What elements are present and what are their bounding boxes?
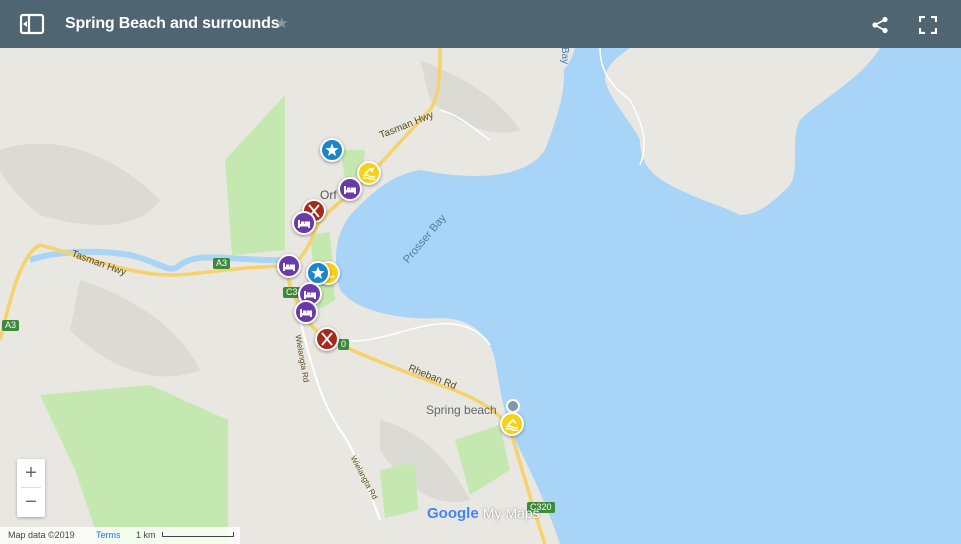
map-canvas[interactable]: Orf Prosser Bay Spring beach Bay Tasman … (0, 46, 961, 544)
marker-accommodation[interactable] (277, 254, 301, 278)
bed-icon (304, 291, 316, 299)
google-logo-text: Google (427, 505, 479, 522)
marker-restaurant[interactable] (315, 327, 339, 351)
bed-icon (298, 220, 310, 228)
map-title: Spring Beach and surrounds (65, 15, 280, 32)
google-my-maps-logo: Google My Maps (427, 505, 540, 522)
cutlery-icon (321, 332, 333, 346)
road-shield-c3: 0 (338, 339, 350, 350)
marker-accommodation[interactable] (338, 177, 362, 201)
marker-swimming[interactable] (500, 412, 524, 436)
side-panel-icon[interactable] (19, 13, 45, 35)
map-data-attribution: Map data ©2019 (8, 530, 75, 540)
share-icon[interactable] (871, 16, 889, 34)
mymaps-logo-text: My Maps (482, 505, 540, 521)
map-base (0, 48, 961, 544)
terms-link[interactable]: Terms (96, 530, 121, 540)
scale-bar (162, 532, 234, 537)
label-bay-top: Bay (559, 46, 571, 65)
zoom-out-button[interactable]: − (17, 488, 45, 516)
title-bar: Spring Beach and surrounds ★ (0, 0, 961, 48)
bed-icon (283, 263, 295, 271)
bed-icon (344, 186, 356, 194)
map-footer: Map data ©2019 Terms 1 km (0, 527, 240, 544)
scale-label: 1 km (136, 530, 156, 540)
marker-attraction[interactable] (320, 138, 344, 162)
marker-swimming[interactable] (357, 161, 381, 185)
bed-icon (300, 309, 312, 317)
star-icon[interactable]: ★ (275, 14, 288, 32)
star-icon (311, 266, 325, 279)
zoom-control: + − (17, 459, 45, 517)
label-spring-beach: Spring beach (426, 403, 497, 417)
marker-accommodation[interactable] (292, 211, 316, 235)
fullscreen-icon[interactable] (919, 16, 937, 34)
road-shield-a3: A3 (213, 258, 231, 269)
swim-icon (362, 167, 376, 180)
label-orford: Orf (320, 188, 337, 202)
star-icon (325, 143, 339, 156)
swim-icon (505, 418, 519, 431)
road-shield-a3: A3 (2, 320, 20, 331)
zoom-in-button[interactable]: + (17, 459, 45, 487)
marker-accommodation[interactable] (294, 300, 318, 324)
